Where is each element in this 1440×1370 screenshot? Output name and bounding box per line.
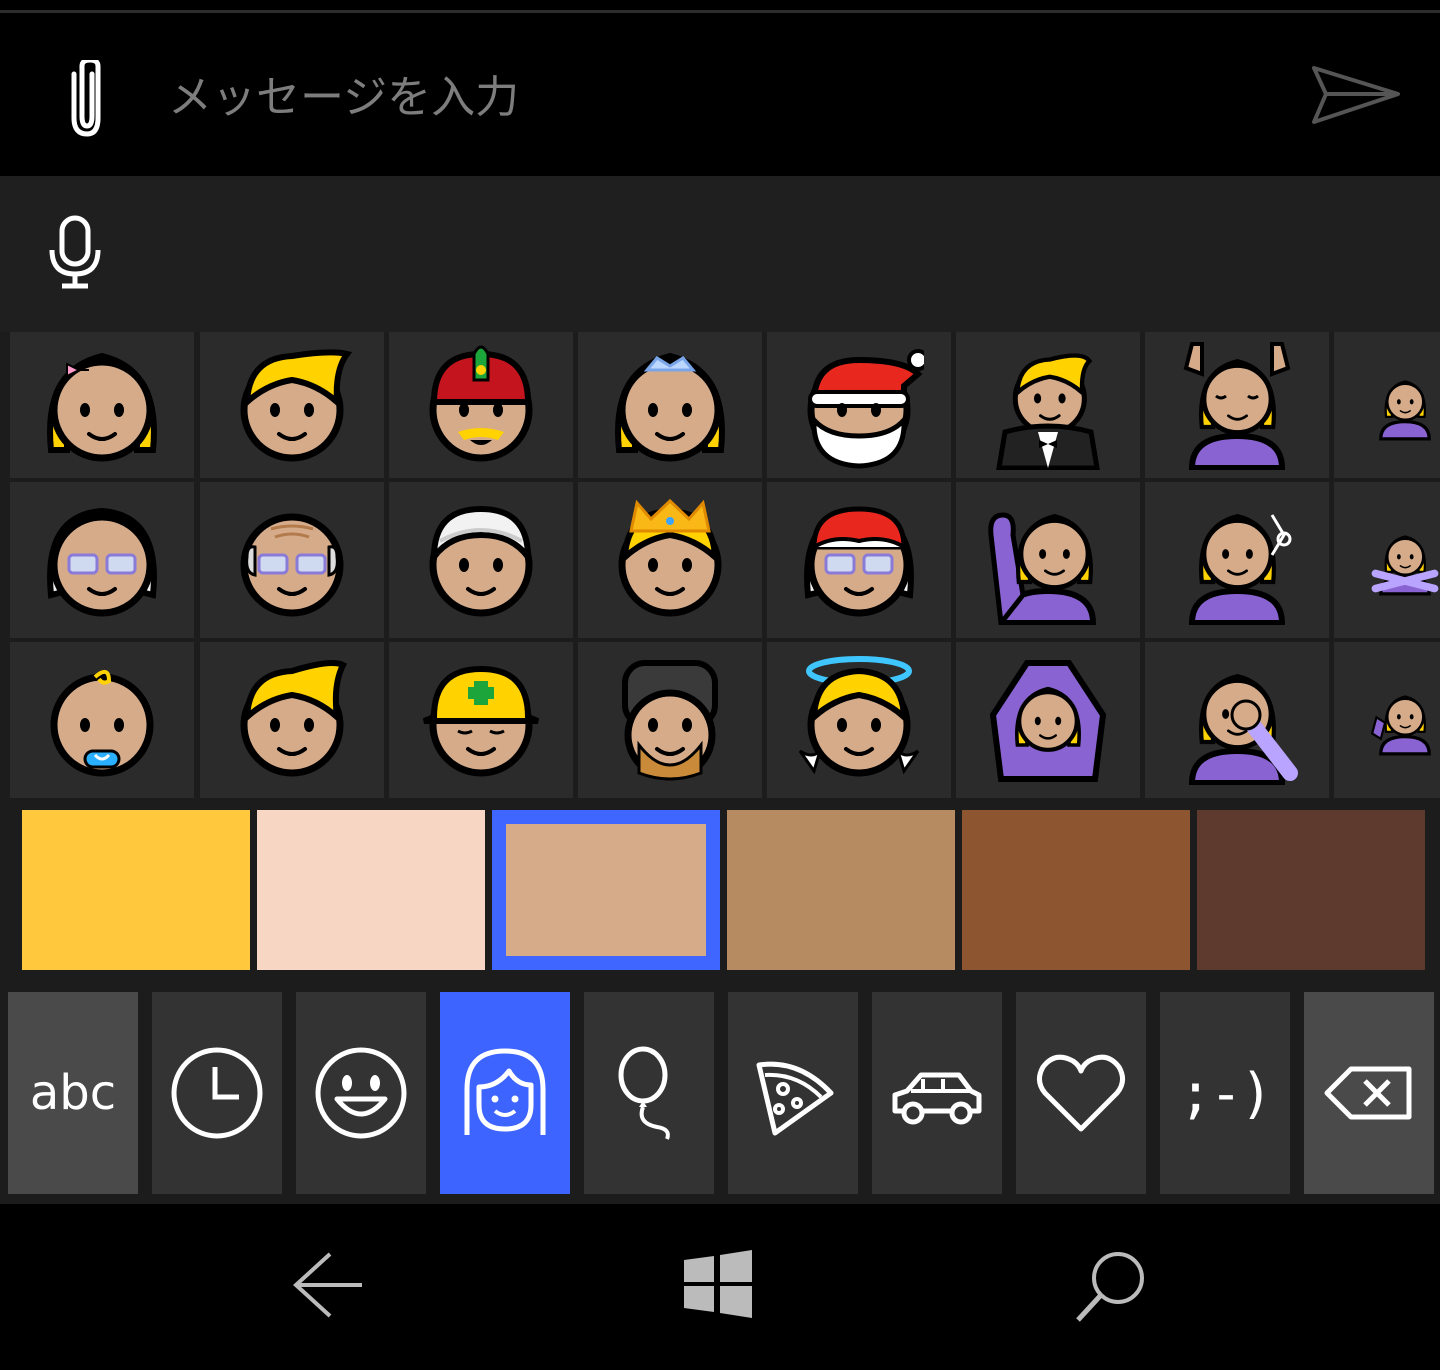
emoji-prince[interactable]: [578, 482, 762, 638]
message-input[interactable]: [168, 62, 1268, 132]
emoji-baby-angel[interactable]: [767, 642, 951, 798]
emoticon-category-button[interactable]: ;-): [1160, 992, 1290, 1194]
symbols-category-button[interactable]: [1016, 992, 1146, 1194]
boy-glyph: [240, 349, 353, 462]
emoji-boy[interactable]: [200, 332, 384, 478]
mrs-claus-glyph: [804, 506, 914, 617]
prince-glyph: [618, 498, 722, 617]
car-icon: [892, 1072, 982, 1125]
backspace-button[interactable]: [1304, 992, 1434, 1194]
clock-icon: [171, 1047, 263, 1139]
skin-tone-swatch[interactable]: [492, 810, 720, 970]
woman-gesturing-no-glyph: [1371, 535, 1439, 596]
man-in-tuxedo-glyph: [996, 353, 1100, 470]
emoji-girl[interactable]: [10, 332, 194, 478]
smiley-icon: [315, 1047, 407, 1139]
woman-getting-haircut-glyph: [1188, 514, 1292, 625]
emoji-man-blond[interactable]: [200, 642, 384, 798]
emoji-mrs-claus[interactable]: [767, 482, 951, 638]
woman-tipping-hand-glyph: [1370, 695, 1431, 756]
princess-glyph: [615, 352, 725, 462]
travel-category-button[interactable]: [872, 992, 1002, 1194]
smileys-category-button[interactable]: [296, 992, 426, 1194]
girl-glyph: [47, 352, 157, 462]
woman-gesturing-ok-glyph: [989, 660, 1107, 782]
abc-keyboard-button[interactable]: abc: [8, 992, 138, 1194]
emoji-older-woman[interactable]: [10, 482, 194, 638]
food-category-button[interactable]: [728, 992, 858, 1194]
baby-angel-glyph: [798, 656, 920, 777]
celebration-category-button[interactable]: [584, 992, 714, 1194]
emoticon-label: ;-): [1179, 1061, 1273, 1125]
baby-glyph: [50, 669, 154, 777]
santa-glyph: [807, 349, 924, 469]
skin-tone-swatch[interactable]: [727, 810, 955, 970]
paperclip-icon[interactable]: [60, 60, 114, 138]
balloon-icon: [618, 1046, 670, 1140]
man-blond-glyph: [240, 660, 348, 777]
older-woman-glyph: [47, 507, 157, 617]
pizza-icon: [756, 1061, 834, 1136]
emoji-baby[interactable]: [10, 642, 194, 798]
emoji-woman-facepalming[interactable]: [1145, 642, 1329, 798]
man-with-gua-pi-mao-glyph: [429, 345, 533, 462]
microphone-icon[interactable]: [46, 214, 104, 292]
emoji-older-man[interactable]: [200, 482, 384, 638]
recent-category-button[interactable]: [152, 992, 282, 1194]
voice-input-row: [0, 176, 1440, 332]
heart-icon: [1037, 1054, 1125, 1132]
emoji-man-in-tuxedo[interactable]: [956, 332, 1140, 478]
emoji-woman-getting-haircut[interactable]: [1145, 482, 1329, 638]
emoji-guard[interactable]: [578, 642, 762, 798]
emoji-grid: [0, 332, 1440, 802]
emoji-man-with-gua-pi-mao[interactable]: [389, 332, 573, 478]
search-icon[interactable]: [1074, 1248, 1150, 1324]
emoji-woman-getting-massage[interactable]: [1145, 332, 1329, 478]
skin-tone-selector: [0, 802, 1440, 980]
emoji-category-bar: abc ;-): [0, 980, 1440, 1204]
emoji-man-with-turban[interactable]: [389, 482, 573, 638]
emoji-woman-raising-hand[interactable]: [956, 482, 1140, 638]
emoji-woman-tipping-hand[interactable]: [1334, 642, 1440, 798]
woman-facepalming-glyph: [1188, 674, 1298, 785]
emoji-rescue-worker[interactable]: [389, 642, 573, 798]
abc-label: abc: [29, 1065, 117, 1121]
guard-glyph: [622, 660, 718, 781]
people-category-button[interactable]: [440, 992, 570, 1194]
send-icon[interactable]: [1308, 62, 1404, 128]
back-arrow-icon[interactable]: [290, 1250, 366, 1320]
emoji-woman-gesturing-ok[interactable]: [956, 642, 1140, 798]
woman-getting-massage-glyph: [1183, 342, 1291, 470]
emoji-princess[interactable]: [578, 332, 762, 478]
windows-logo-icon[interactable]: [684, 1250, 752, 1318]
emoji-woman-gesturing-no[interactable]: [1334, 482, 1440, 638]
woman-raising-hand-glyph: [988, 512, 1097, 625]
emoji-person-with-folded-hands[interactable]: [1334, 332, 1440, 478]
skin-tone-swatch[interactable]: [962, 810, 1190, 970]
man-with-turban-glyph: [429, 505, 533, 617]
emoji-santa[interactable]: [767, 332, 951, 478]
rescue-worker-glyph: [422, 665, 540, 777]
person-with-folded-hands-glyph: [1379, 380, 1431, 441]
skin-tone-swatch[interactable]: [22, 810, 250, 970]
skin-tone-swatch[interactable]: [1197, 810, 1425, 970]
older-man-glyph: [240, 513, 344, 617]
skin-tone-swatch[interactable]: [257, 810, 485, 970]
person-icon: [464, 1048, 546, 1135]
backspace-icon: [1324, 1066, 1412, 1120]
